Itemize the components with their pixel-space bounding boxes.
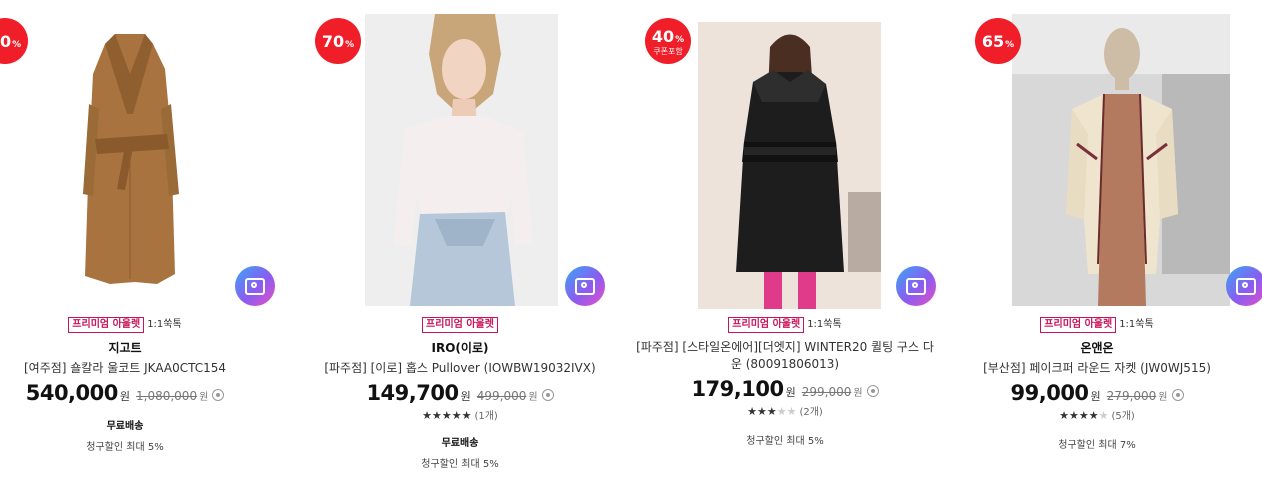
product-name[interactable]: [파주점] [이로] 홉스 Pullover (IOWBW19032IVX) [295,360,625,377]
premium-outlet-tag: 프리미엄 아울렛 [422,317,498,333]
shipping-label: 무료배송 [106,421,144,432]
price-info-icon[interactable] [212,389,225,401]
currency-unit: 원 [199,392,209,403]
sale-price: 99,000 [1010,381,1090,405]
rating-stars-empty: ★★ [776,405,797,418]
sale-price: 540,000 [25,381,119,405]
product-card[interactable]: 40% 쿠폰포함 프리미엄 아울렛 1:1쑥톡 [파주점] [스타일온에어][더엣… [620,0,950,503]
product-image[interactable] [698,22,881,309]
camera-icon[interactable] [565,266,605,306]
sale-price: 149,700 [366,381,459,405]
shipping-label: 무료배송 [441,438,479,449]
review-count[interactable]: (1개) [474,411,497,422]
product-card[interactable]: 50% 프리미엄 아울렛1:1쑥톡 지고트 [여주점] 숄칼라 울코트 JKAA… [0,0,290,503]
chat-link[interactable]: 1:1쑥톡 [807,319,842,330]
premium-outlet-tag: 프리미엄 아울렛 [728,317,805,333]
camera-icon[interactable] [1226,266,1262,306]
rating: ★★★★★ (5개) [932,407,1262,422]
product-image[interactable] [1012,14,1230,306]
product-image[interactable] [55,14,205,306]
discount-badge: 40% 쿠폰포함 [645,18,691,64]
currency-unit: 원 [785,386,796,399]
rating-stars: ★★★ [747,405,777,418]
card-discount-label: 청구할인 최대 7% [1058,440,1136,451]
original-price: 299,000 [801,385,852,399]
card-discount-label: 청구할인 최대 5% [86,442,164,453]
currency-unit: 원 [853,388,863,399]
rating-stars: ★★★★ [1059,409,1099,422]
brand-name[interactable]: 온앤온 [932,339,1262,356]
product-card[interactable]: 70% 프리미엄 아울렛 IRO(이로) [파주점] [이로] 홉스 Pullo… [295,0,625,503]
currency-unit: 원 [1090,390,1101,403]
product-name[interactable]: [부산점] 페이크퍼 라운드 자켓 (JW0WJ515) [932,360,1262,377]
product-info: 프리미엄 아울렛 1:1쑥톡 지고트 [여주점] 숄칼라 울코트 JKAA0CTC… [0,316,290,453]
discount-badge: 50% [0,18,28,64]
original-price: 1,080,000 [136,389,198,403]
product-card[interactable]: 65% 프리미엄 아울렛 1:1쑥톡 온앤온 [부산점] 페이크퍼 라운드 자켓 … [932,0,1262,503]
discount-badge: 65% [975,18,1021,64]
price-info-icon[interactable] [541,389,554,401]
brand-name[interactable]: 지고트 [0,339,290,356]
currency-unit: 원 [460,390,471,403]
camera-icon[interactable] [235,266,275,306]
rating-stars: ★★★★★ [422,409,472,422]
currency-unit: 원 [1158,392,1168,403]
original-price: 279,000 [1106,389,1157,403]
product-info: 프리미엄 아울렛 IRO(이로) [파주점] [이로] 홉스 Pullover … [295,316,625,470]
chat-link[interactable]: 1:1쑥톡 [147,319,182,330]
product-name[interactable]: [여주점] 숄칼라 울코트 JKAA0CTC154 [0,360,290,377]
card-discount-label: 청구할인 최대 5% [421,459,499,470]
product-name[interactable]: [파주점] [스타일온에어][더엣지] WINTER20 퀼팅 구스 다운 (8… [635,339,935,373]
premium-outlet-tag: 프리미엄 아울렛 [1040,317,1117,333]
price-info-icon[interactable] [1171,389,1184,401]
product-image[interactable] [365,14,558,306]
price-info-icon[interactable] [866,385,879,397]
camera-icon[interactable] [896,266,936,306]
rating: ★★★★★ (2개) [620,403,950,418]
sale-price: 179,100 [691,377,784,401]
review-count[interactable]: (5개) [1111,411,1134,422]
review-count[interactable]: (2개) [799,407,822,418]
rating: ★★★★★ (1개) [295,407,625,422]
brand-name[interactable]: IRO(이로) [295,339,625,356]
original-price: 499,000 [476,389,527,403]
product-info: 프리미엄 아울렛 1:1쑥톡 [파주점] [스타일온에어][더엣지] WINTER… [620,316,950,447]
chat-link[interactable]: 1:1쑥톡 [1119,319,1154,330]
product-info: 프리미엄 아울렛 1:1쑥톡 온앤온 [부산점] 페이크퍼 라운드 자켓 (JW0… [932,316,1262,451]
currency-unit: 원 [528,392,538,403]
card-discount-label: 청구할인 최대 5% [746,436,824,447]
discount-badge: 70% [315,18,361,64]
rating-stars-empty: ★ [1098,409,1109,422]
premium-outlet-tag: 프리미엄 아울렛 [68,317,145,333]
currency-unit: 원 [119,390,130,403]
